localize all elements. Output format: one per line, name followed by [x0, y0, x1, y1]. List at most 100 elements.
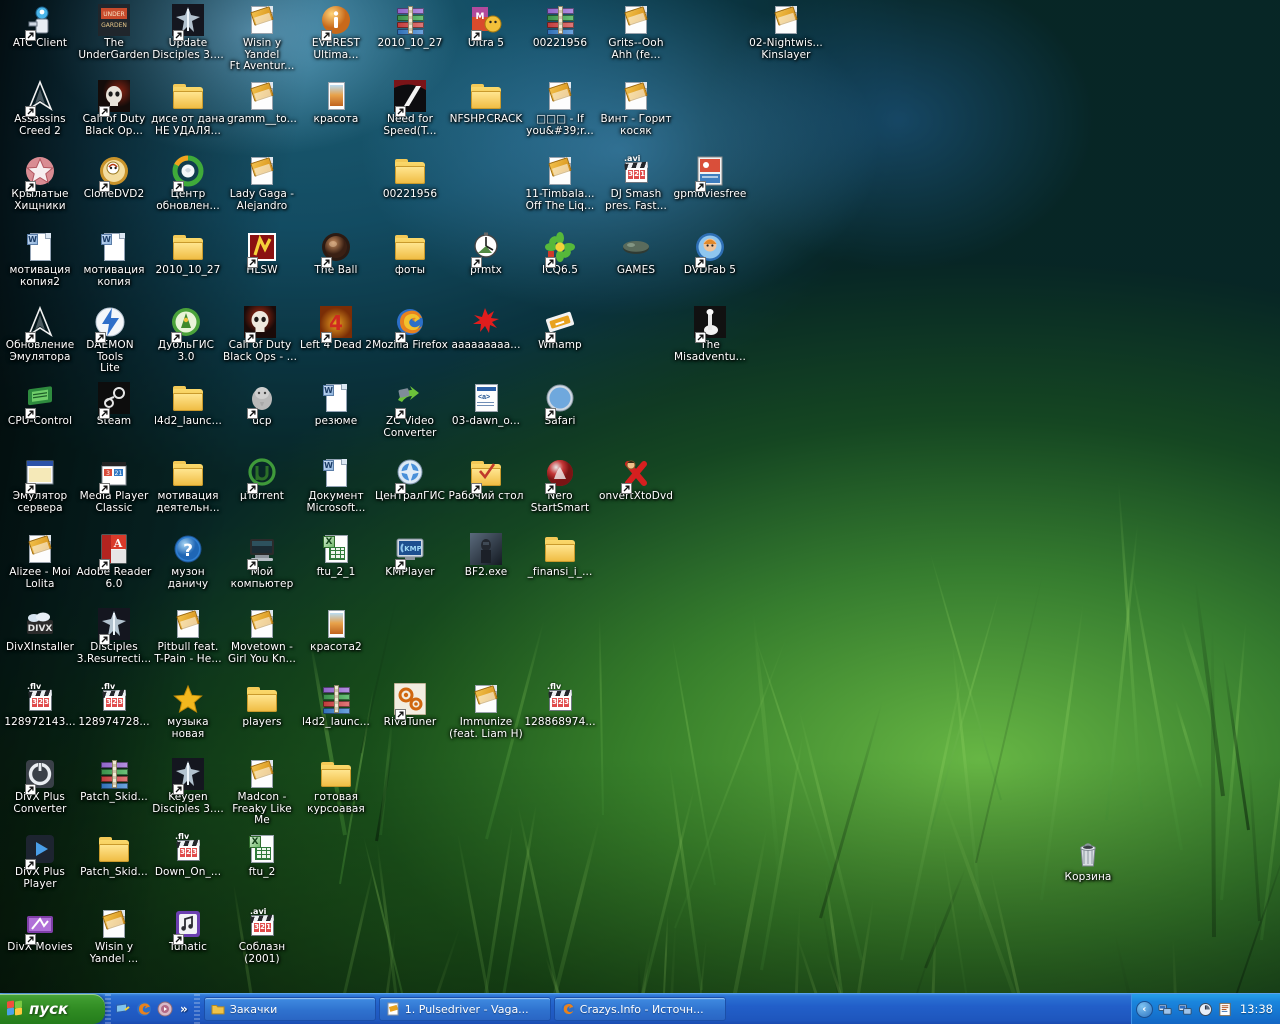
desktop-icon[interactable]: Madcon - Freaky Like Me	[224, 758, 300, 827]
desktop-icon[interactable]: l4d2_launc...	[150, 382, 226, 428]
taskbar-task-button[interactable]: Закачки	[204, 997, 376, 1021]
desktop-icon[interactable]: Patch_Skid...	[76, 833, 152, 879]
desktop-icon[interactable]: gramm__to...	[224, 80, 300, 126]
desktop-icon[interactable]: Wмотивация копия2	[2, 231, 78, 288]
desktop-icon[interactable]: DAEMON Tools Lite	[72, 306, 148, 375]
desktop-icon[interactable]: RivaTuner	[372, 683, 448, 729]
tray-expand-icon[interactable]: ‹	[1136, 1001, 1153, 1018]
desktop-icon[interactable]: Safari	[522, 382, 598, 428]
desktop-icon[interactable]: BF2.exe	[448, 533, 524, 579]
desktop-icon[interactable]: Call of Duty Black Ops - ...	[222, 306, 298, 363]
desktop-icon[interactable]: красота	[298, 80, 374, 126]
desktop-icon[interactable]: 321Media Player Classic	[76, 457, 152, 514]
desktop-icon[interactable]: WДокумент Microsoft...	[298, 457, 374, 514]
desktop-icon[interactable]: CPU-Control	[2, 382, 78, 428]
media-player-icon[interactable]	[157, 1001, 173, 1017]
desktop-icon[interactable]: Need for Speed(T...	[372, 80, 448, 137]
desktop-icon[interactable]: Steam	[76, 382, 152, 428]
desktop-icon[interactable]: 00221956	[522, 4, 598, 50]
desktop-icon[interactable]: Disciples 3.Resurrecti...	[76, 608, 152, 665]
desktop-icon[interactable]: Мой компьютер	[224, 533, 300, 590]
desktop-icon[interactable]: .avi321Соблазн (2001)	[224, 908, 300, 965]
desktop-icon[interactable]: gpmoviesfree	[672, 155, 748, 201]
desktop-icon[interactable]: дисе от дана НЕ УДАЛЯ...	[150, 80, 226, 137]
desktop-icon[interactable]: Assassins Creed 2	[2, 80, 78, 137]
desktop-icon[interactable]: □□□ - If you&#39;r...	[522, 80, 598, 137]
desktop-icon[interactable]: .flv323128974728...	[76, 683, 152, 729]
desktop-icon[interactable]: players	[224, 683, 300, 729]
desktop-icon[interactable]: UNDERGARDENThe UnderGarden	[76, 4, 152, 61]
desktop-icon[interactable]: готовая курсоавая	[298, 758, 374, 815]
desktop-icon[interactable]: Mozilla Firefox	[372, 306, 448, 352]
desktop-icon[interactable]: Update Disciples 3....	[150, 4, 226, 61]
desktop-icon[interactable]: Lady Gaga - Alejandro	[224, 155, 300, 212]
desktop-icon[interactable]: Grits--Ooh Ahh (fe...	[598, 4, 674, 61]
desktop-icon[interactable]: 4Left 4 Dead 2	[298, 306, 374, 352]
desktop-icon[interactable]: Tunatic	[150, 908, 226, 954]
desktop-icon[interactable]: .flv323128868974...	[522, 683, 598, 729]
desktop-icon[interactable]: .flv323Down_On_...	[150, 833, 226, 879]
desktop-icon[interactable]: Patch_Skid...	[76, 758, 152, 804]
desktop-icon[interactable]: Immunize (feat. Liam H)	[448, 683, 524, 740]
taskbar-task-button[interactable]: 1. Pulsedriver - Vaga...	[379, 997, 551, 1021]
desktop-icon[interactable]: мотивация деятельн...	[150, 457, 226, 514]
power-icon[interactable]	[1198, 1002, 1213, 1017]
desktop-icon[interactable]: HLSW	[224, 231, 300, 277]
desktop-icon[interactable]: Call of Duty Black Op...	[76, 80, 152, 137]
desktop-icon[interactable]: Wмотивация копия	[76, 231, 152, 288]
desktop-icon[interactable]: ЦентралГИС	[372, 457, 448, 503]
desktop-icon[interactable]: 00221956	[372, 155, 448, 201]
recycle-bin[interactable]: Корзина	[1050, 838, 1126, 884]
desktop-icon[interactable]: Центр обновлен...	[150, 155, 226, 212]
desktop-icon[interactable]: ucp	[224, 382, 300, 428]
desktop-icon[interactable]: EVEREST Ultima...	[298, 4, 374, 61]
desktop-icon[interactable]: 2010_10_27	[150, 231, 226, 277]
show-desktop-icon[interactable]	[115, 1001, 131, 1017]
desktop-icon[interactable]: ICQ6.5	[522, 231, 598, 277]
desktop-icon[interactable]: aaaaaaaaa...	[448, 306, 524, 352]
desktop-icon[interactable]: ZC Video Converter	[372, 382, 448, 439]
desktop-icon[interactable]: DivX Movies	[2, 908, 78, 954]
quick-launch-overflow-icon[interactable]: »	[178, 1002, 190, 1016]
start-button[interactable]: пуск	[0, 994, 105, 1024]
desktop-icon[interactable]: Nero StartSmart	[522, 457, 598, 514]
desktop-icon[interactable]: 11-Timbala... Off The Liq...	[522, 155, 598, 212]
desktop-icon[interactable]: Винт - Горит косяк	[598, 80, 674, 137]
desktop-icon[interactable]: музыка новая	[150, 683, 226, 740]
taskbar-task-button[interactable]: Crazys.Info - Источн...	[554, 997, 726, 1021]
quick-launch-grip[interactable]	[105, 994, 111, 1024]
desktop-icon[interactable]: DIVXDivXInstaller	[2, 608, 78, 654]
desktop-icon[interactable]: The Ball	[298, 231, 374, 277]
desktop-icon[interactable]: Обновление Эмулятора	[2, 306, 78, 363]
desktop-icon[interactable]: Xftu_2_1	[298, 533, 374, 579]
desktop-icon[interactable]: Winamp	[522, 306, 598, 352]
desktop-icon[interactable]: l4d2_launc...	[298, 683, 374, 729]
desktop-icon[interactable]: Pitbull feat. T-Pain - He...	[150, 608, 226, 665]
firefox-icon[interactable]	[136, 1001, 152, 1017]
desktop-icon[interactable]: Keygen Disciples 3....	[150, 758, 226, 815]
desktop-icon[interactable]: 02-Nightwis... Kinslayer	[748, 4, 824, 61]
desktop-icon[interactable]: CloneDVD2	[76, 155, 152, 201]
desktop-icon[interactable]: onvertXtoDvd	[598, 457, 674, 503]
desktop-icon[interactable]: Movetown - Girl You Kn...	[224, 608, 300, 665]
task-band-grip[interactable]	[194, 994, 200, 1024]
desktop-icon[interactable]: <a>03-dawn_o...	[448, 382, 524, 428]
desktop-icon[interactable]: DivX Plus Converter	[2, 758, 78, 815]
desktop-icon[interactable]: DivX Plus Player	[2, 833, 78, 890]
desktop-icon[interactable]: Wрезюме	[298, 382, 374, 428]
desktop-icon[interactable]: GAMES	[598, 231, 674, 277]
desktop-icon[interactable]: Wisin y Yandel Ft Aventur...	[224, 4, 300, 73]
system-clock[interactable]: 13:38	[1238, 1002, 1273, 1016]
desktop-icon[interactable]: красота2	[298, 608, 374, 654]
desktop-icon[interactable]: AAdobe Reader 6.0	[76, 533, 152, 590]
desktop-icon[interactable]: Alizee - Moi Lolita	[2, 533, 78, 590]
desktop-icon[interactable]: prmtx	[448, 231, 524, 277]
desktop-icon[interactable]: Крылатые Хищники	[2, 155, 78, 212]
desktop-icon[interactable]: MUltra 5	[448, 4, 524, 50]
desktop-icon[interactable]: фоты	[372, 231, 448, 277]
desktop-icon[interactable]: 2010_10_27	[372, 4, 448, 50]
desktop-icon[interactable]: NFSHP.CRACK	[448, 80, 524, 126]
desktop-icon[interactable]: KMPKMPlayer	[372, 533, 448, 579]
desktop-icon[interactable]: Xftu_2	[224, 833, 300, 879]
desktop-icon[interactable]: .flv323128972143...	[2, 683, 78, 729]
